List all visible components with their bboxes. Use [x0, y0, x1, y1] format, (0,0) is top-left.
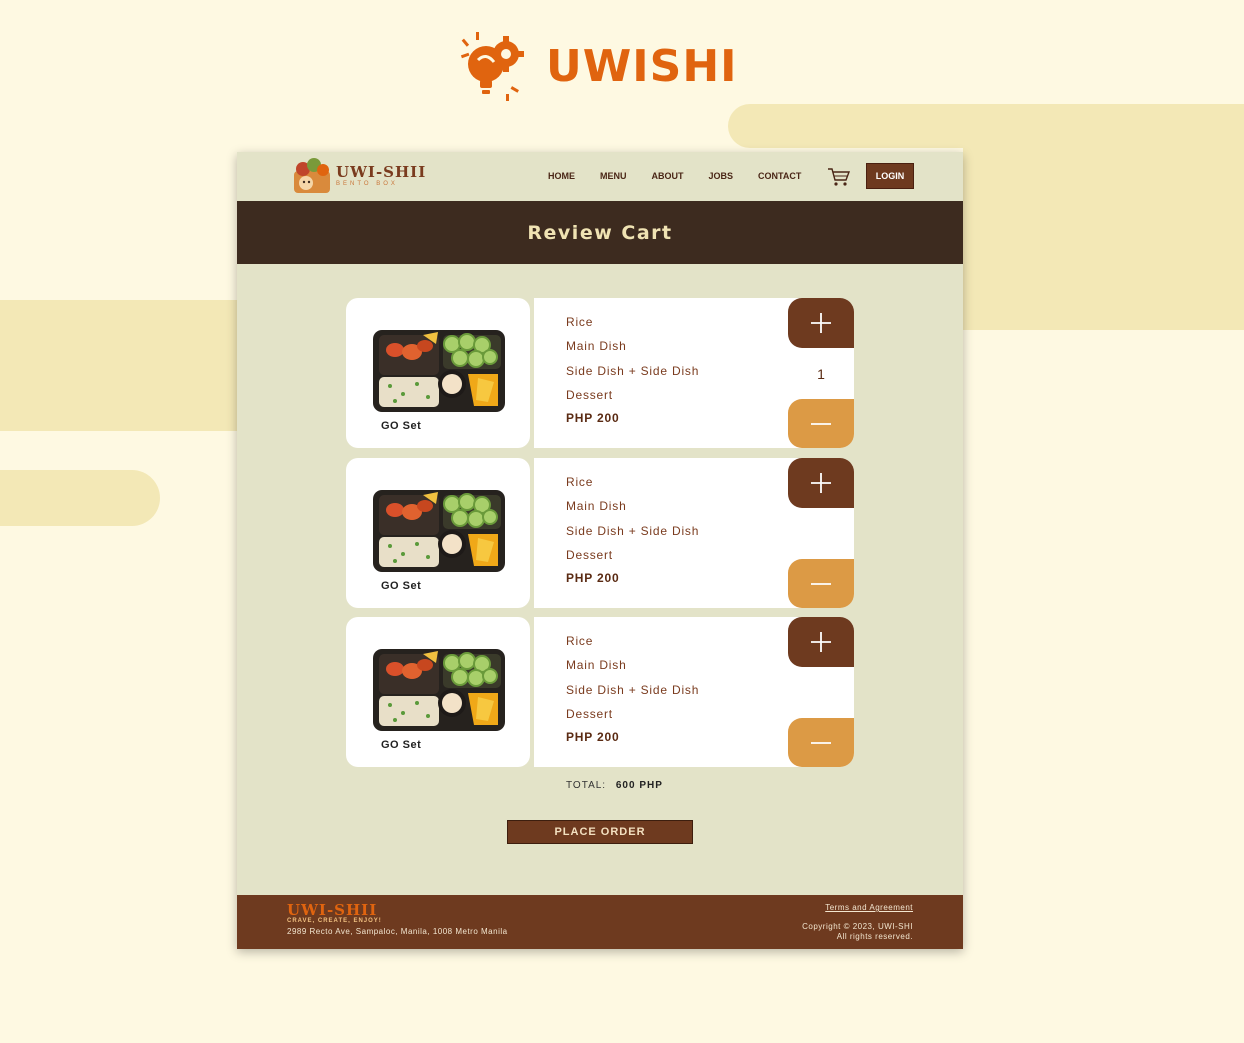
site-logo[interactable]: UWI-SHII BENTO BOX — [292, 157, 426, 195]
nav-home[interactable]: HOME — [548, 171, 575, 181]
item-detail-dessert: Dessert — [566, 388, 613, 402]
copyright: Copyright © 2023, UWI-SHI All rights res… — [802, 922, 913, 942]
item-detail-rice: Rice — [566, 634, 594, 648]
total-label: TOTAL: — [566, 780, 607, 791]
cart-item: GO Set Rice Main Dish Side Dish + Side D… — [346, 617, 854, 767]
item-details: Rice Main Dish Side Dish + Side Dish Des… — [534, 617, 854, 767]
nav-contact[interactable]: CONTACT — [758, 171, 801, 181]
background-cloud — [963, 148, 1244, 330]
rights-line: All rights reserved. — [836, 932, 913, 941]
minus-icon — [811, 741, 831, 744]
plus-icon — [811, 473, 831, 493]
bento-food-image — [373, 649, 505, 731]
item-details: Rice Main Dish Side Dish + Side Dish Des… — [534, 458, 854, 608]
background-cloud — [0, 300, 237, 431]
nav-jobs[interactable]: JOBS — [709, 171, 734, 181]
increase-quantity-button[interactable] — [788, 458, 854, 508]
footer-logo: UWI-SHII — [287, 901, 378, 919]
background-cloud — [728, 104, 1244, 148]
item-price: PHP 200 — [566, 411, 620, 425]
lightbulb-gear-icon — [460, 32, 524, 101]
item-detail-dessert: Dessert — [566, 548, 613, 562]
item-detail-dessert: Dessert — [566, 707, 613, 721]
decrease-quantity-button[interactable] — [788, 718, 854, 767]
decrease-quantity-button[interactable] — [788, 399, 854, 448]
cart-item: GO Set Rice Main Dish Side Dish + Side D… — [346, 298, 854, 448]
item-detail-side-dish: Side Dish + Side Dish — [566, 524, 700, 538]
page-header: Review Cart — [237, 201, 963, 264]
item-image-card: GO Set — [346, 298, 530, 448]
website-mockup: UWI-SHII BENTO BOX HOME MENU ABOUT JOBS … — [237, 152, 963, 949]
minus-icon — [811, 582, 831, 585]
login-button[interactable]: LOGIN — [866, 163, 914, 189]
item-name: GO Set — [381, 739, 422, 751]
cart-item: GO Set Rice Main Dish Side Dish + Side D… — [346, 458, 854, 608]
decrease-quantity-button[interactable] — [788, 559, 854, 608]
nav-about[interactable]: ABOUT — [652, 171, 684, 181]
copyright-line: Copyright © 2023, UWI-SHI — [802, 922, 913, 931]
nav-links: HOME MENU ABOUT JOBS CONTACT — [548, 171, 801, 181]
brand-name: UWISHI — [546, 40, 738, 92]
total-value: 600 PHP — [615, 780, 663, 791]
footer-tagline: CRAVE, CREATE, ENJOY! — [287, 918, 382, 924]
item-price: PHP 200 — [566, 571, 620, 585]
site-logo-name: UWI-SHII — [336, 163, 427, 181]
item-name: GO Set — [381, 420, 422, 432]
cart-button[interactable] — [827, 167, 851, 192]
item-name: GO Set — [381, 580, 422, 592]
plus-icon — [811, 313, 831, 333]
quantity-value: 1 — [817, 366, 825, 382]
increase-quantity-button[interactable] — [788, 617, 854, 667]
item-image-card: GO Set — [346, 617, 530, 767]
footer: UWI-SHII CRAVE, CREATE, ENJOY! 2989 Rect… — [237, 895, 963, 949]
item-price: PHP 200 — [566, 730, 620, 744]
item-detail-main-dish: Main Dish — [566, 339, 627, 353]
bento-food-image — [373, 330, 505, 412]
page-title: Review Cart — [527, 221, 673, 244]
item-detail-side-dish: Side Dish + Side Dish — [566, 683, 700, 697]
shopping-cart-icon — [828, 168, 851, 186]
background-cloud — [0, 470, 160, 526]
terms-link[interactable]: Terms and Agreement — [825, 903, 913, 912]
navbar: UWI-SHII BENTO BOX HOME MENU ABOUT JOBS … — [237, 152, 963, 201]
item-detail-main-dish: Main Dish — [566, 499, 627, 513]
bento-food-image — [373, 490, 505, 572]
item-details: Rice Main Dish Side Dish + Side Dish Des… — [534, 298, 854, 448]
footer-address: 2989 Recto Ave, Sampaloc, Manila, 1008 M… — [287, 927, 508, 936]
minus-icon — [811, 422, 831, 425]
bento-mascot-icon — [294, 158, 330, 193]
item-image-card: GO Set — [346, 458, 530, 608]
increase-quantity-button[interactable] — [788, 298, 854, 348]
place-order-button[interactable]: PLACE ORDER — [507, 820, 693, 844]
site-logo-tagline: BENTO BOX — [336, 181, 398, 187]
brand-logo: UWISHI — [456, 30, 738, 102]
item-detail-side-dish: Side Dish + Side Dish — [566, 364, 700, 378]
item-detail-main-dish: Main Dish — [566, 658, 627, 672]
cart-total: TOTAL: 600 PHP — [566, 780, 663, 791]
item-detail-rice: Rice — [566, 475, 594, 489]
nav-menu[interactable]: MENU — [600, 171, 627, 181]
item-detail-rice: Rice — [566, 315, 594, 329]
plus-icon — [811, 632, 831, 652]
